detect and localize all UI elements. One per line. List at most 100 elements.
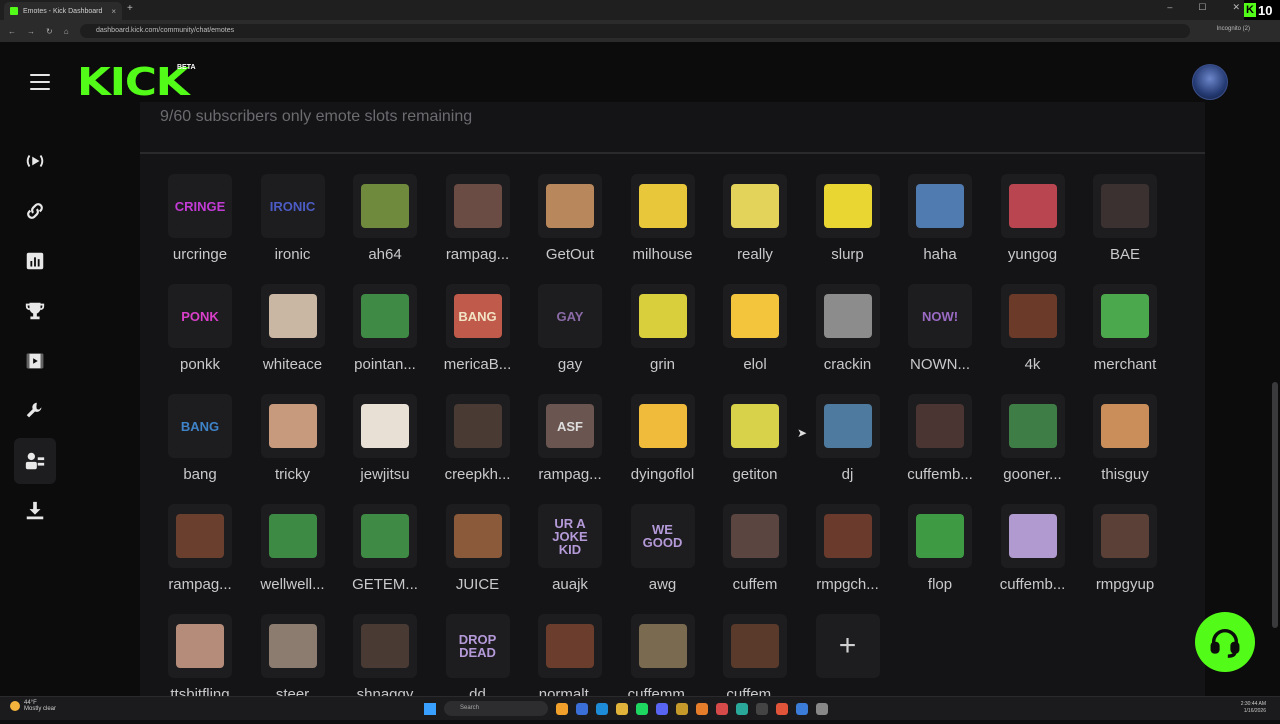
emote-item[interactable]: milhouse — [617, 174, 709, 284]
emote-thumbnail[interactable] — [1000, 504, 1065, 568]
sidebar-item-stream[interactable] — [14, 138, 56, 184]
sidebar-item-links[interactable] — [14, 188, 56, 234]
emote-item[interactable]: getiton — [709, 394, 801, 504]
emote-thumbnail[interactable] — [723, 284, 787, 348]
emote-item[interactable]: JUICE — [432, 504, 524, 614]
emote-thumbnail[interactable] — [445, 174, 510, 238]
emote-thumbnail[interactable] — [815, 174, 880, 238]
emote-thumbnail[interactable] — [908, 174, 972, 238]
support-chat-button[interactable] — [1195, 612, 1255, 672]
weather-widget[interactable]: 44°F Mostly clear — [10, 700, 56, 712]
emote-thumbnail[interactable] — [723, 504, 787, 568]
emote-thumbnail[interactable] — [353, 394, 417, 458]
emote-thumbnail[interactable] — [630, 394, 695, 458]
folder-icon[interactable] — [616, 702, 628, 715]
emote-item[interactable]: GetOut — [524, 174, 616, 284]
emote-thumbnail[interactable] — [1093, 394, 1157, 458]
url-field[interactable]: dashboard.kick.com/community/chat/emotes — [80, 24, 1190, 38]
emote-thumbnail[interactable]: NOW! — [908, 284, 972, 348]
emote-item[interactable]: BANG bang — [154, 394, 246, 504]
emote-thumbnail[interactable] — [445, 394, 510, 458]
app-icon-2[interactable] — [696, 702, 708, 715]
emote-thumbnail[interactable] — [260, 614, 325, 678]
emote-thumbnail[interactable]: GAY — [538, 284, 602, 348]
emote-thumbnail[interactable]: IRONIC — [260, 174, 325, 238]
emote-item[interactable]: whiteace — [247, 284, 339, 394]
maximize-button[interactable]: ☐ — [1198, 2, 1206, 13]
emote-thumbnail[interactable] — [1093, 504, 1157, 568]
emote-item[interactable]: pointan... — [339, 284, 431, 394]
emote-item[interactable]: cuffemb... — [894, 394, 986, 504]
emote-item[interactable]: tricky — [247, 394, 339, 504]
taskbar-search[interactable]: Search — [444, 701, 548, 716]
emote-item[interactable]: grin — [617, 284, 709, 394]
emote-thumbnail[interactable]: BANG — [168, 394, 232, 458]
emote-item[interactable]: rmpgch... — [802, 504, 894, 614]
emote-item[interactable]: rampag... — [432, 174, 524, 284]
emote-item[interactable]: dyingoflol — [617, 394, 709, 504]
add-emote-tile[interactable]: + — [815, 614, 880, 678]
emote-item[interactable]: gooner... — [987, 394, 1079, 504]
app-icon-3[interactable] — [716, 702, 728, 715]
emote-thumbnail[interactable]: BANG — [445, 284, 510, 348]
emote-item[interactable]: merchant — [1079, 284, 1171, 394]
tab-close-icon[interactable]: × — [111, 7, 116, 16]
app-icon[interactable] — [676, 702, 688, 715]
app-icon-4[interactable] — [736, 702, 748, 715]
emote-thumbnail[interactable] — [815, 504, 880, 568]
emote-item[interactable]: BAE — [1079, 174, 1171, 284]
emote-thumbnail[interactable] — [815, 284, 880, 348]
emote-thumbnail[interactable] — [353, 174, 417, 238]
app-icon-6[interactable] — [796, 702, 808, 715]
sidebar-item-downloads[interactable] — [14, 488, 56, 534]
chrome-icon[interactable] — [556, 702, 568, 715]
sidebar-item-analytics[interactable] — [14, 238, 56, 284]
emote-thumbnail[interactable] — [1093, 284, 1157, 348]
emote-thumbnail[interactable] — [1000, 174, 1065, 238]
emote-thumbnail[interactable]: ASF — [538, 394, 602, 458]
emote-item[interactable]: dj — [802, 394, 894, 504]
emote-thumbnail[interactable]: PONK — [168, 284, 232, 348]
edge-icon[interactable] — [596, 702, 608, 715]
emote-item[interactable]: really — [709, 174, 801, 284]
spotify-icon[interactable] — [636, 702, 648, 715]
sidebar-item-videos[interactable] — [14, 338, 56, 384]
browser-tab[interactable]: Emotes - Kick Dashboard × — [4, 2, 122, 20]
emote-item[interactable]: haha — [894, 174, 986, 284]
emote-thumbnail[interactable] — [908, 394, 972, 458]
emote-item[interactable]: IRONIC ironic — [247, 174, 339, 284]
windows-start-icon[interactable] — [424, 702, 436, 715]
emote-item[interactable]: elol — [709, 284, 801, 394]
emote-thumbnail[interactable] — [538, 174, 602, 238]
brave-icon[interactable] — [776, 702, 788, 715]
emote-thumbnail[interactable] — [630, 284, 695, 348]
emote-item[interactable]: rampag... — [154, 504, 246, 614]
emote-item[interactable]: creepkh... — [432, 394, 524, 504]
emote-thumbnail[interactable] — [353, 614, 417, 678]
emote-thumbnail[interactable] — [1000, 394, 1065, 458]
emote-item[interactable]: cuffem — [709, 504, 801, 614]
emote-item[interactable]: CRINGE urcringe — [154, 174, 246, 284]
emote-thumbnail[interactable] — [1000, 284, 1065, 348]
emote-item[interactable]: NOW! NOWN... — [894, 284, 986, 394]
settings-icon[interactable] — [816, 702, 828, 715]
emote-thumbnail[interactable] — [723, 394, 787, 458]
emote-thumbnail[interactable] — [630, 614, 695, 678]
emote-thumbnail[interactable]: DROP DEAD — [445, 614, 510, 678]
sidebar-item-settings[interactable] — [14, 388, 56, 434]
kick-logo[interactable]: KICK — [77, 63, 190, 101]
emote-thumbnail[interactable] — [260, 394, 325, 458]
emote-thumbnail[interactable]: CRINGE — [168, 174, 232, 238]
emote-item[interactable]: WE GOOD awg — [617, 504, 709, 614]
emote-thumbnail[interactable]: UR A JOKE KID — [538, 504, 602, 568]
taskview-icon[interactable] — [576, 702, 588, 715]
app-icon-5[interactable] — [756, 702, 768, 715]
emote-item[interactable]: flop — [894, 504, 986, 614]
emote-item[interactable]: thisguy — [1079, 394, 1171, 504]
emote-thumbnail[interactable] — [1093, 174, 1157, 238]
emote-item[interactable]: rmpgyup — [1079, 504, 1171, 614]
reload-icon[interactable]: ↻ — [46, 27, 53, 36]
emote-thumbnail[interactable] — [168, 614, 232, 678]
avatar[interactable] — [1192, 64, 1228, 100]
emote-thumbnail[interactable] — [353, 504, 417, 568]
